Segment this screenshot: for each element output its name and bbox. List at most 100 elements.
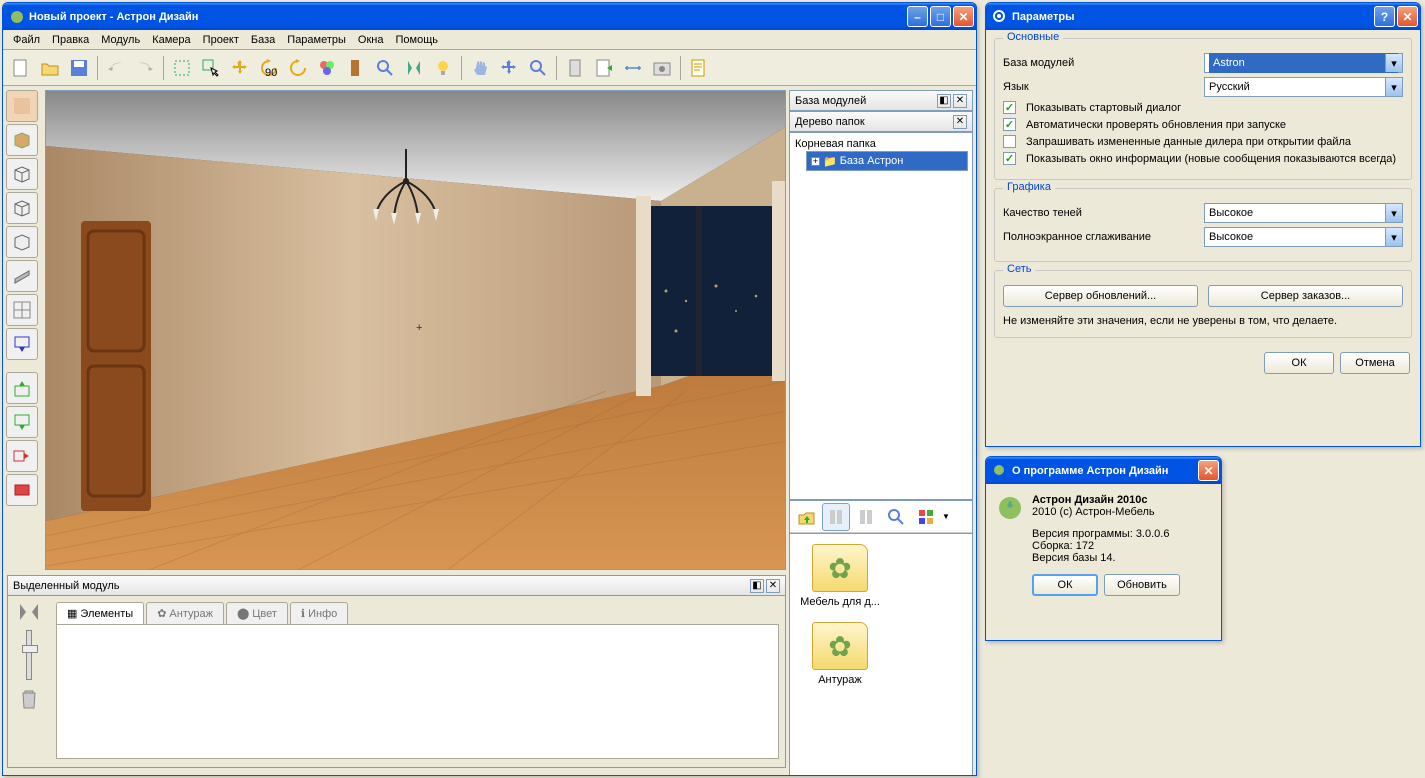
snapshot-button[interactable] — [648, 54, 676, 82]
params-titlebar[interactable]: Параметры ? ✕ — [986, 3, 1420, 30]
report-button[interactable] — [685, 54, 713, 82]
tree-root[interactable]: Корневая папка — [794, 137, 968, 151]
device-button[interactable] — [561, 54, 589, 82]
checkbox-dealer[interactable] — [1003, 135, 1016, 148]
undo-button[interactable] — [102, 54, 130, 82]
cube-wire1-icon[interactable] — [6, 158, 38, 190]
close-button[interactable]: ✕ — [953, 6, 974, 27]
menu-help[interactable]: Помощь — [389, 32, 444, 48]
view-large-button[interactable] — [822, 503, 850, 531]
mirror-button[interactable] — [400, 54, 428, 82]
flip-icon[interactable] — [17, 602, 41, 622]
close-panel-icon[interactable]: ✕ — [953, 94, 967, 108]
chevron-down-icon[interactable]: ▾ — [1385, 78, 1402, 96]
tab-elements[interactable]: ▦Элементы — [56, 602, 144, 624]
new-button[interactable] — [7, 54, 35, 82]
cube-solid-icon[interactable] — [6, 124, 38, 156]
combo-base[interactable]: Astron▾ — [1204, 53, 1403, 73]
trash-icon[interactable] — [19, 688, 39, 710]
grid-tool[interactable] — [6, 294, 38, 326]
menu-module[interactable]: Модуль — [95, 32, 146, 48]
rotate90-button[interactable]: 90 — [255, 54, 283, 82]
view-small-button[interactable] — [852, 503, 880, 531]
cube-wire2-icon[interactable] — [6, 192, 38, 224]
menu-project[interactable]: Проект — [197, 32, 245, 48]
btn-upd-server[interactable]: Сервер обновлений... — [1003, 285, 1198, 307]
pin-icon[interactable]: ◧ — [937, 94, 951, 108]
combo-aa[interactable]: Высокое▾ — [1204, 227, 1403, 247]
thumb-entourage[interactable]: ✿ Антураж — [800, 622, 880, 686]
thumb-furniture[interactable]: ✿ Мебель для д... — [800, 544, 880, 608]
menu-file[interactable]: Файл — [7, 32, 46, 48]
combo-shadow[interactable]: Высокое▾ — [1204, 203, 1403, 223]
dropdown-icon[interactable]: ▼ — [942, 512, 950, 521]
light-button[interactable] — [429, 54, 457, 82]
menu-windows[interactable]: Окна — [352, 32, 390, 48]
help-button[interactable]: ? — [1374, 6, 1395, 27]
checkbox-updates[interactable]: ✓ — [1003, 118, 1016, 131]
tab-entourage[interactable]: ✿Антураж — [146, 602, 224, 624]
about-close-button[interactable]: ✕ — [1198, 460, 1219, 481]
down-green-icon[interactable] — [6, 406, 38, 438]
move-button[interactable] — [226, 54, 254, 82]
menu-params[interactable]: Параметры — [281, 32, 352, 48]
main-titlebar[interactable]: Новый проект - Астрон Дизайн – □ ✕ — [3, 3, 976, 30]
up-green-icon[interactable] — [6, 372, 38, 404]
chevron-down-icon[interactable]: ▾ — [1385, 204, 1402, 222]
params-cancel-button[interactable]: Отмена — [1340, 352, 1410, 374]
save-button[interactable] — [65, 54, 93, 82]
minimize-button[interactable]: – — [907, 6, 928, 27]
expand-icon[interactable]: + — [811, 157, 820, 166]
checkbox-start[interactable]: ✓ — [1003, 101, 1016, 114]
right-red-icon[interactable] — [6, 440, 38, 472]
fit-view-button[interactable] — [168, 54, 196, 82]
zoom-button[interactable] — [371, 54, 399, 82]
maximize-button[interactable]: □ — [930, 6, 951, 27]
cube-wire3-icon[interactable] — [6, 226, 38, 258]
params-ok-button[interactable]: ОК — [1264, 352, 1334, 374]
plane-tool[interactable] — [6, 260, 38, 292]
folder-tree[interactable]: Корневая папка + 📁 База Астрон — [789, 132, 973, 500]
door-button[interactable] — [342, 54, 370, 82]
view-grid-button[interactable] — [912, 503, 940, 531]
down-blue-icon[interactable] — [6, 328, 38, 360]
tree-item-astron[interactable]: + 📁 База Астрон — [806, 151, 968, 171]
export-button[interactable] — [590, 54, 618, 82]
params-close-button[interactable]: ✕ — [1397, 6, 1418, 27]
about-ok-button[interactable]: ОК — [1032, 574, 1098, 596]
select-button[interactable] — [197, 54, 225, 82]
menu-camera[interactable]: Камера — [146, 32, 196, 48]
orbit-button[interactable] — [495, 54, 523, 82]
redo-button[interactable] — [131, 54, 159, 82]
close-tree-icon[interactable]: ✕ — [953, 115, 967, 129]
close-sel-icon[interactable]: ✕ — [766, 579, 780, 593]
selected-header[interactable]: Выделенный модуль ◧✕ — [7, 575, 786, 596]
dim-button[interactable] — [619, 54, 647, 82]
about-update-button[interactable]: Обновить — [1104, 574, 1180, 596]
color-button[interactable] — [313, 54, 341, 82]
chevron-down-icon[interactable]: ▾ — [1385, 228, 1402, 246]
zoom2-button[interactable] — [524, 54, 552, 82]
viewport-3d[interactable]: + — [45, 90, 786, 570]
pan-button[interactable] — [466, 54, 494, 82]
modules-header[interactable]: База модулей ◧✕ — [789, 90, 973, 111]
checkbox-info[interactable]: ✓ — [1003, 152, 1016, 165]
wall-tool[interactable] — [6, 90, 38, 122]
tree-header[interactable]: Дерево папок ✕ — [789, 111, 973, 132]
rotate-button[interactable] — [284, 54, 312, 82]
btn-ord-server[interactable]: Сервер заказов... — [1208, 285, 1403, 307]
open-button[interactable] — [36, 54, 64, 82]
tab-color[interactable]: ⬤Цвет — [226, 602, 288, 624]
search-thumb-button[interactable] — [882, 503, 910, 531]
up-folder-button[interactable] — [792, 503, 820, 531]
chevron-down-icon[interactable]: ▾ — [1385, 54, 1402, 72]
combo-lang[interactable]: Русский▾ — [1204, 77, 1403, 97]
tab-info[interactable]: ℹИнфо — [290, 602, 348, 624]
thumb-grid[interactable]: ✿ Мебель для д... ✿ Антураж — [789, 534, 973, 776]
menu-base[interactable]: База — [245, 32, 281, 48]
box-red-icon[interactable] — [6, 474, 38, 506]
slider[interactable] — [26, 630, 32, 680]
pin2-icon[interactable]: ◧ — [750, 579, 764, 593]
about-titlebar[interactable]: О программе Астрон Дизайн ✕ — [986, 457, 1221, 484]
menu-edit[interactable]: Правка — [46, 32, 95, 48]
